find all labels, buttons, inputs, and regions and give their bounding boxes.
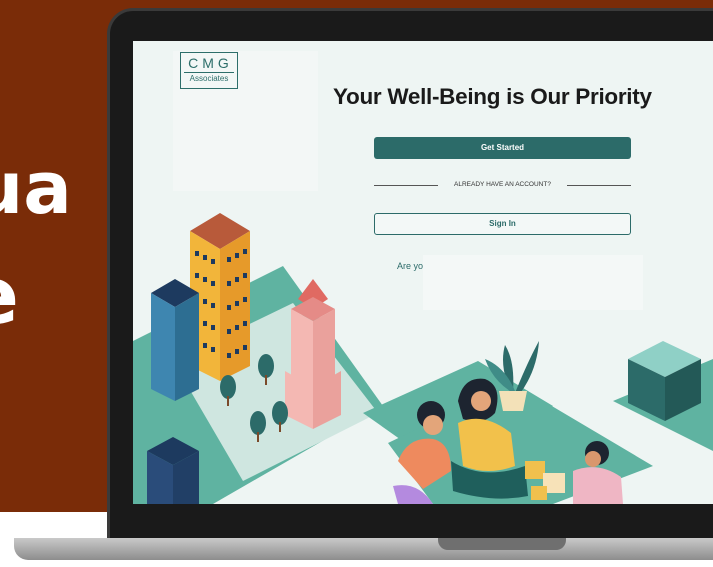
laptop-base (14, 538, 713, 560)
blue-building-right-face (175, 293, 199, 401)
blue-building-left-face (151, 293, 175, 401)
laptop-notch (438, 538, 566, 550)
city-people-illustration (133, 213, 713, 504)
laptop-screen: CMG Associates Your Well-Being is Our Pr… (133, 41, 713, 504)
side-heading-fragment: ua (0, 146, 72, 230)
side-heading-fragment-2: e (0, 258, 19, 336)
